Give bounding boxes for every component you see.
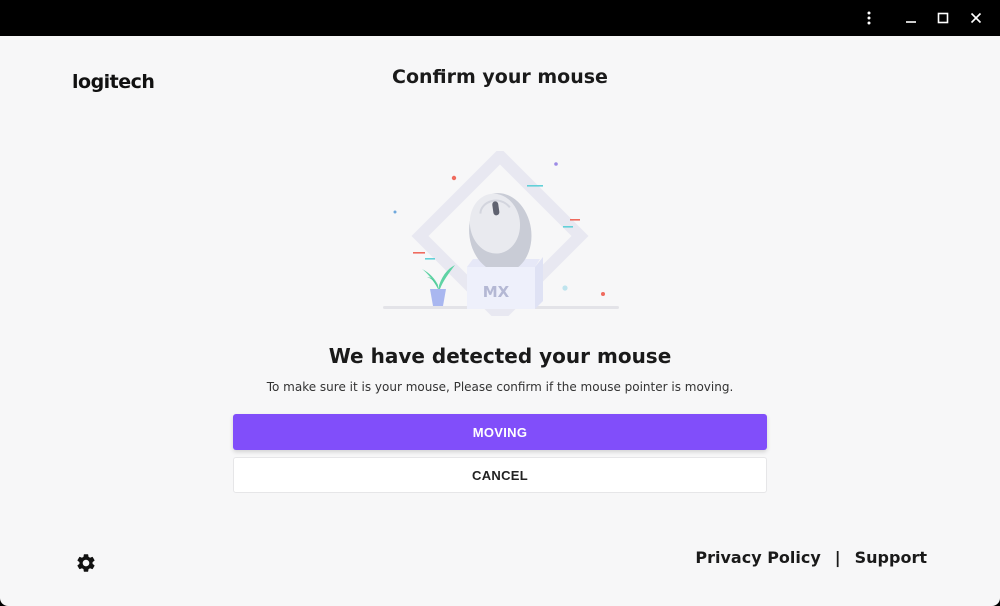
gear-icon[interactable]: [75, 552, 97, 574]
detected-heading: We have detected your mouse: [328, 344, 672, 368]
kebab-menu-icon[interactable]: [854, 4, 884, 32]
page-title: Confirm your mouse: [392, 66, 608, 88]
footer-links: Privacy Policy | Support: [695, 548, 927, 567]
mouse-in-box-illustration: MX: [383, 151, 619, 316]
minimize-icon[interactable]: [896, 4, 926, 32]
moving-button[interactable]: MOVING: [233, 414, 767, 450]
support-link[interactable]: Support: [855, 548, 927, 567]
title-bar: [0, 0, 1000, 36]
cancel-button[interactable]: CANCEL: [233, 457, 767, 493]
privacy-policy-link[interactable]: Privacy Policy: [695, 548, 820, 567]
main-content: logitech Confirm your mouse MX We have d…: [0, 36, 1000, 606]
confirm-description: To make sure it is your mouse, Please co…: [266, 380, 734, 394]
box-label: MX: [483, 283, 510, 301]
app-window: logitech Confirm your mouse MX We have d…: [0, 0, 1000, 606]
maximize-icon[interactable]: [928, 4, 958, 32]
close-icon[interactable]: [961, 4, 991, 32]
footer-separator: |: [834, 548, 841, 567]
